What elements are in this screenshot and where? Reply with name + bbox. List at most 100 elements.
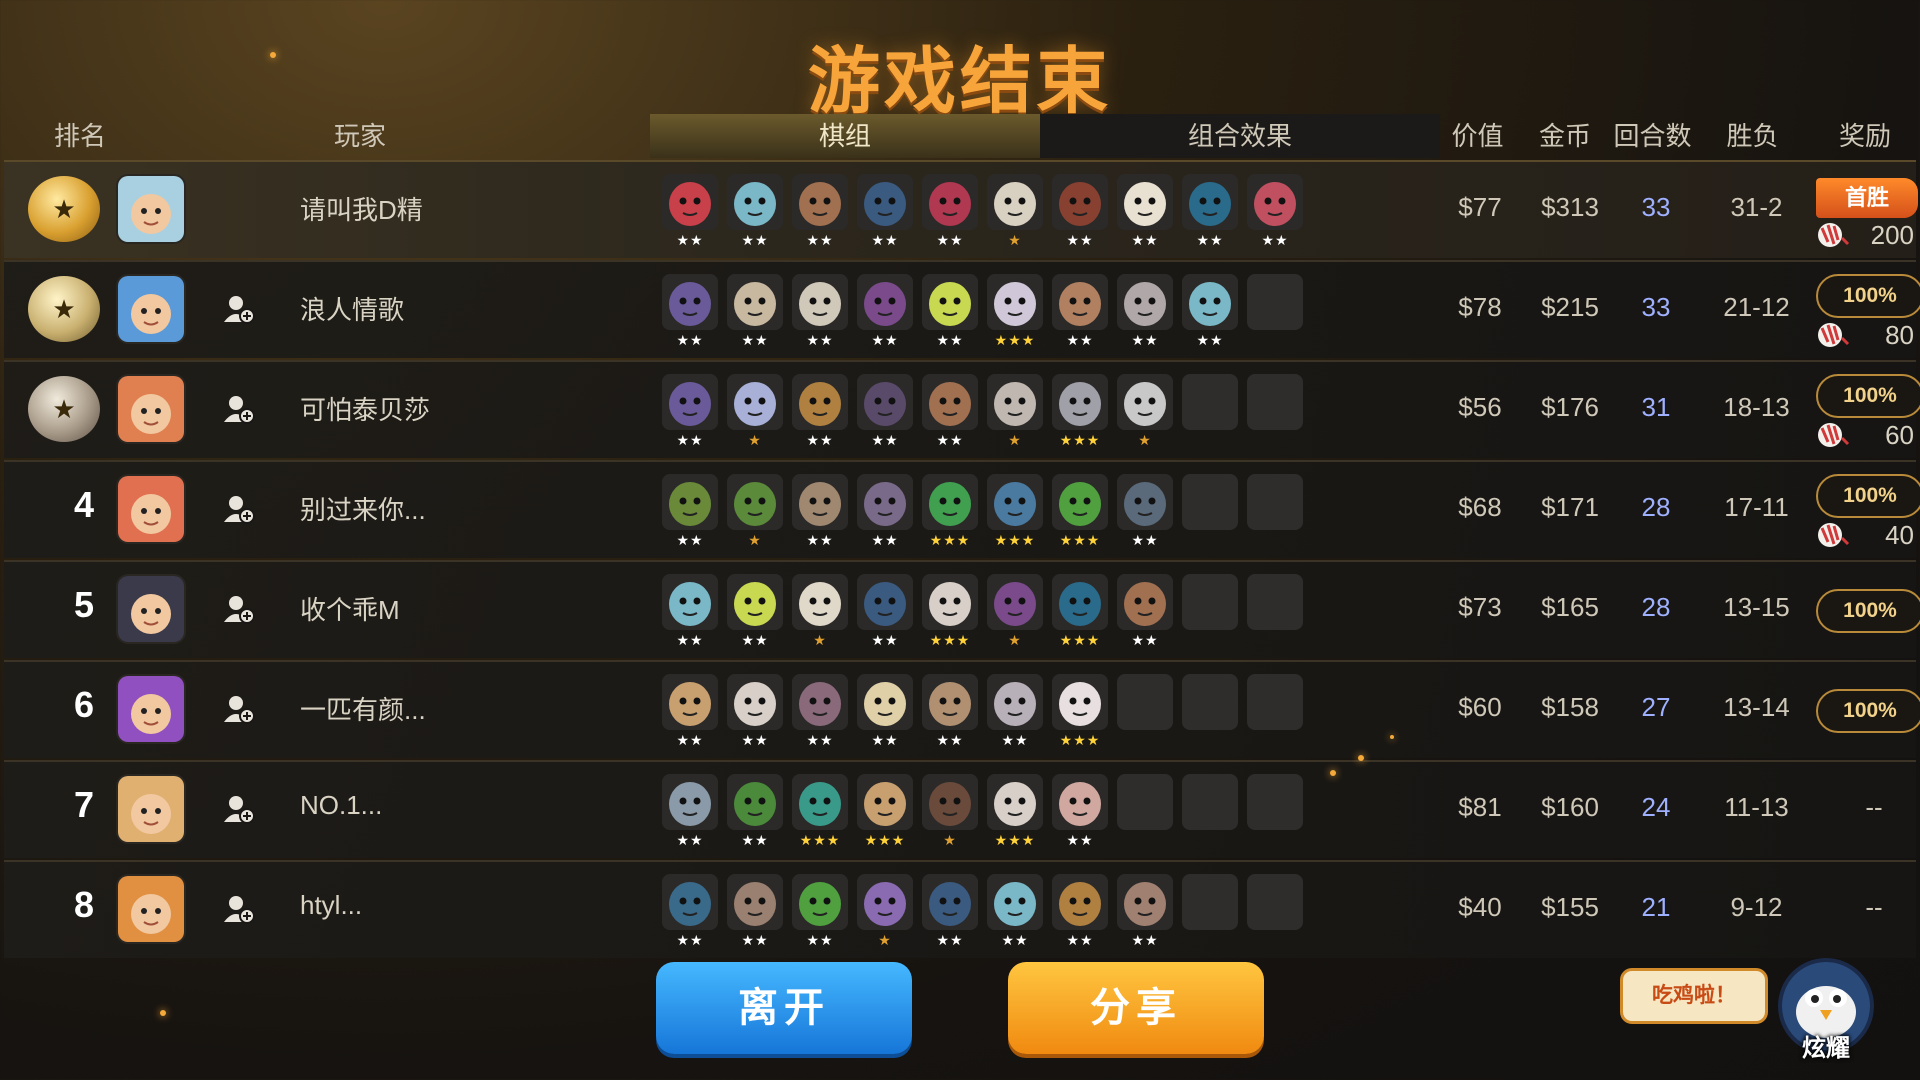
chess-piece[interactable] — [727, 274, 783, 330]
chess-piece[interactable] — [857, 774, 913, 830]
avatar[interactable] — [116, 874, 186, 944]
player-name[interactable]: 收个乖M — [300, 590, 400, 627]
chess-piece[interactable] — [1182, 274, 1238, 330]
chess-piece[interactable] — [922, 474, 978, 530]
chess-piece[interactable] — [792, 274, 848, 330]
player-name[interactable]: 请叫我D精 — [300, 190, 423, 227]
chess-piece[interactable] — [1052, 374, 1108, 430]
chess-piece[interactable] — [1117, 174, 1173, 230]
chess-piece[interactable] — [857, 274, 913, 330]
player-name[interactable]: 可怕泰贝莎 — [300, 390, 430, 427]
chess-piece[interactable] — [792, 574, 848, 630]
chess-piece[interactable] — [727, 674, 783, 730]
chess-piece[interactable] — [727, 574, 783, 630]
chess-piece[interactable] — [662, 774, 718, 830]
chess-piece[interactable] — [987, 174, 1043, 230]
chess-piece[interactable] — [727, 474, 783, 530]
chess-piece[interactable] — [857, 374, 913, 430]
chess-piece[interactable] — [857, 674, 913, 730]
chess-piece[interactable] — [987, 674, 1043, 730]
star-rating: ★★ — [1131, 332, 1159, 348]
chess-piece[interactable] — [792, 874, 848, 930]
candy-coin-icon — [1818, 423, 1850, 447]
avatar[interactable] — [116, 774, 186, 844]
chess-piece[interactable] — [1052, 274, 1108, 330]
chess-piece[interactable] — [1052, 474, 1108, 530]
player-name[interactable]: 浪人情歌 — [300, 290, 404, 327]
chess-piece[interactable] — [987, 874, 1043, 930]
chess-piece[interactable] — [922, 774, 978, 830]
avatar[interactable] — [116, 174, 186, 244]
add-friend-icon[interactable] — [222, 892, 256, 926]
add-friend-icon[interactable] — [222, 792, 256, 826]
hero-portrait-icon — [857, 874, 913, 930]
add-friend-icon[interactable] — [222, 492, 256, 526]
chess-piece[interactable] — [727, 874, 783, 930]
chess-piece[interactable] — [1117, 874, 1173, 930]
chess-piece[interactable] — [1052, 174, 1108, 230]
chess-piece[interactable] — [662, 574, 718, 630]
chess-piece[interactable] — [662, 174, 718, 230]
star-rating: ★★ — [806, 432, 834, 448]
chess-piece[interactable] — [1052, 574, 1108, 630]
chess-piece[interactable] — [662, 474, 718, 530]
chess-piece[interactable] — [922, 674, 978, 730]
chess-piece[interactable] — [922, 174, 978, 230]
win-loss-cell: 31-2 — [1730, 192, 1783, 222]
avatar[interactable] — [116, 274, 186, 344]
hero-portrait-icon — [727, 574, 783, 630]
chess-piece[interactable] — [727, 174, 783, 230]
chess-piece[interactable] — [662, 374, 718, 430]
avatar[interactable] — [116, 374, 186, 444]
add-friend-icon[interactable] — [222, 692, 256, 726]
chess-piece[interactable] — [922, 374, 978, 430]
leave-button[interactable]: 离开 — [656, 962, 912, 1054]
chess-piece[interactable] — [662, 674, 718, 730]
chess-piece[interactable] — [857, 174, 913, 230]
chess-piece[interactable] — [1247, 174, 1303, 230]
chess-piece[interactable] — [1117, 574, 1173, 630]
player-name[interactable]: htyl... — [300, 890, 362, 921]
rounds-cell: 28 — [1641, 492, 1671, 522]
chess-piece[interactable] — [662, 874, 718, 930]
player-name[interactable]: 别过来你... — [300, 490, 426, 527]
add-friend-icon[interactable] — [222, 592, 256, 626]
chess-piece[interactable] — [727, 374, 783, 430]
tab-deck[interactable]: 棋组 — [650, 114, 1040, 158]
add-friend-icon[interactable] — [222, 392, 256, 426]
chess-piece[interactable] — [792, 374, 848, 430]
chess-piece[interactable] — [1182, 174, 1238, 230]
chess-piece[interactable] — [1117, 274, 1173, 330]
chess-piece[interactable] — [792, 474, 848, 530]
chess-piece[interactable] — [857, 874, 913, 930]
add-friend-icon[interactable] — [222, 292, 256, 326]
chess-piece[interactable] — [987, 374, 1043, 430]
chess-piece[interactable] — [857, 474, 913, 530]
chess-piece[interactable] — [857, 574, 913, 630]
chess-piece[interactable] — [987, 774, 1043, 830]
avatar[interactable] — [116, 474, 186, 544]
chess-piece[interactable] — [922, 274, 978, 330]
chess-piece[interactable] — [792, 674, 848, 730]
chess-piece[interactable] — [987, 274, 1043, 330]
player-name[interactable]: NO.1... — [300, 790, 382, 821]
table-row: 5 收个乖M ★★ ★★ ★ ★★ ★★★ ★ ★★★ ★★ $73 $165 … — [4, 560, 1920, 658]
player-name[interactable]: 一匹有颜... — [300, 690, 426, 727]
chess-piece[interactable] — [1052, 874, 1108, 930]
share-button[interactable]: 分享 — [1008, 962, 1264, 1054]
chess-piece[interactable] — [792, 774, 848, 830]
chess-piece[interactable] — [987, 574, 1043, 630]
chess-piece[interactable] — [1117, 474, 1173, 530]
chess-piece[interactable] — [662, 274, 718, 330]
chess-piece[interactable] — [922, 874, 978, 930]
chess-piece[interactable] — [1052, 774, 1108, 830]
chess-piece[interactable] — [727, 774, 783, 830]
avatar[interactable] — [116, 574, 186, 644]
chess-piece[interactable] — [1117, 374, 1173, 430]
chess-piece[interactable] — [987, 474, 1043, 530]
tab-combo[interactable]: 组合效果 — [1040, 114, 1440, 158]
chess-piece[interactable] — [792, 174, 848, 230]
chess-piece[interactable] — [1052, 674, 1108, 730]
chess-piece[interactable] — [922, 574, 978, 630]
avatar[interactable] — [116, 674, 186, 744]
